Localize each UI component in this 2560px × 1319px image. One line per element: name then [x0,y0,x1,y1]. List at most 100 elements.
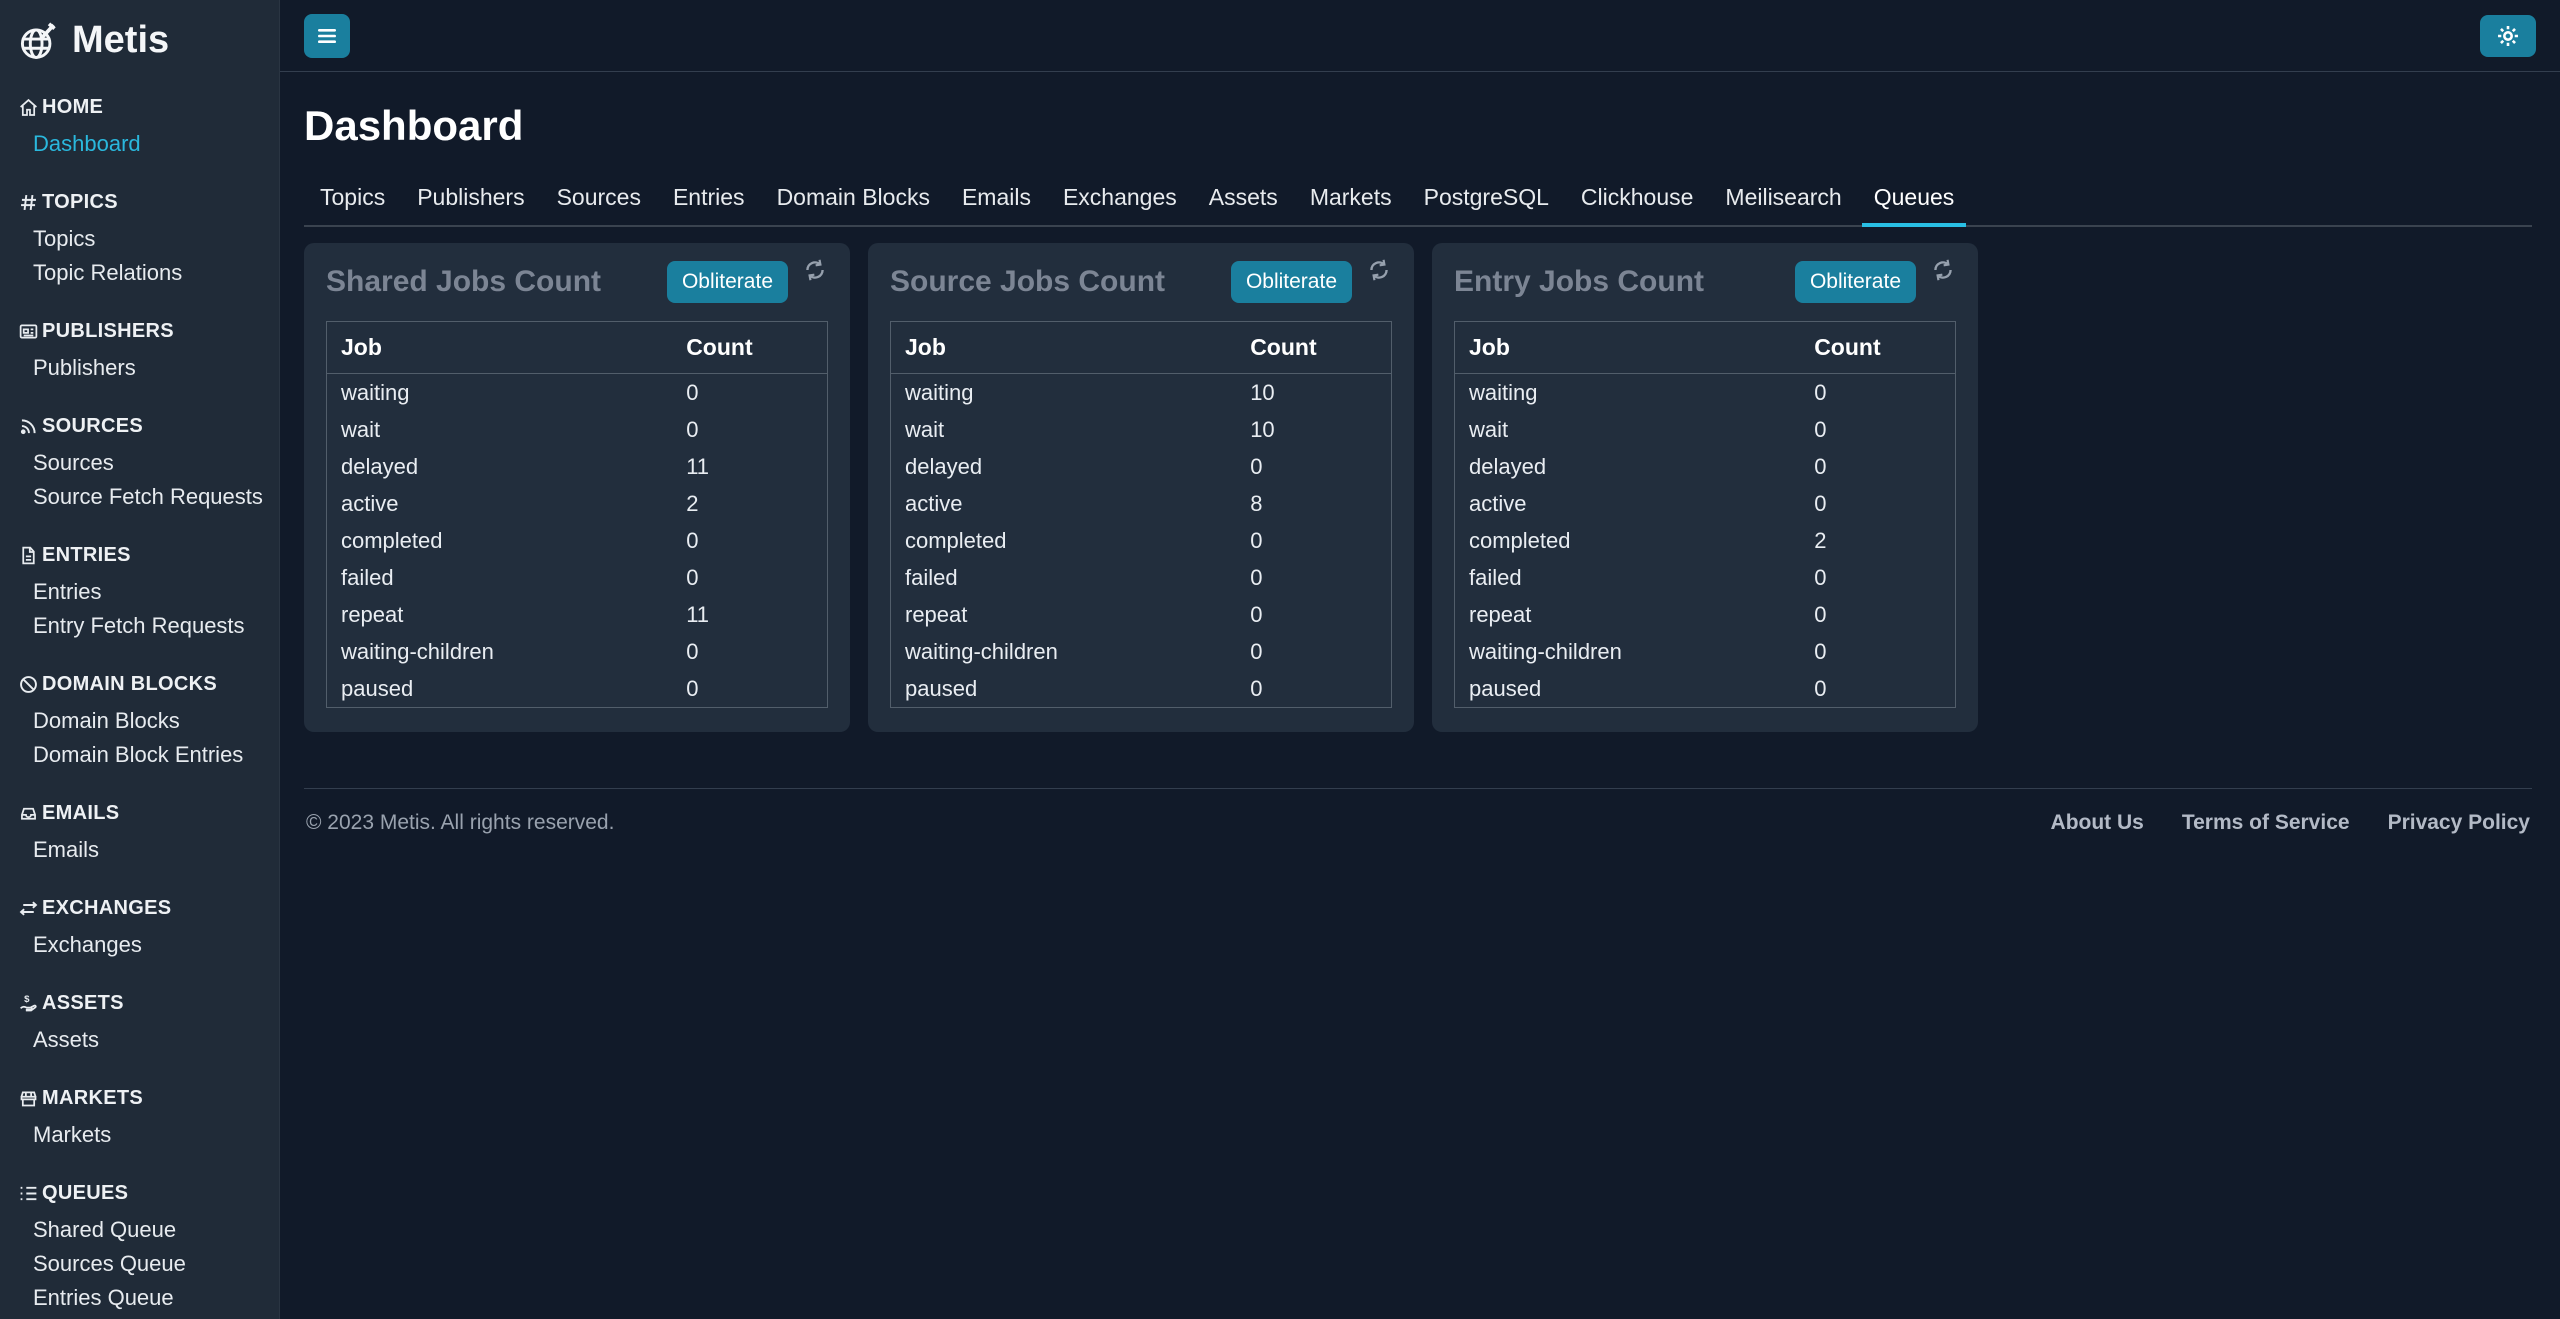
table-row: active0 [1455,485,1956,522]
table-row: wait10 [891,411,1392,448]
tab-markets[interactable]: Markets [1294,174,1408,225]
tab-publishers[interactable]: Publishers [401,174,540,225]
svg-text:$: $ [24,994,30,1005]
tab-clickhouse[interactable]: Clickhouse [1565,174,1710,225]
table-row: failed0 [1455,559,1956,596]
table-row: waiting-children0 [891,633,1392,670]
table-row: waiting-children0 [1455,633,1956,670]
hamburger-icon [315,24,339,48]
source-jobs-card: Source Jobs Count Obliterate Job [868,243,1414,732]
card-title: Source Jobs Count [890,265,1231,299]
sidebar: Metis HOME Dashboard TOPICS Topics Topic… [0,0,280,1319]
sidebar-section-exchanges: EXCHANGES Exchanges [18,897,279,962]
footer-link-privacy-policy[interactable]: Privacy Policy [2388,811,2530,835]
table-row: wait0 [327,411,828,448]
table-row: active8 [891,485,1392,522]
sidebar-section-emails: EMAILS Emails [18,802,279,867]
dashboard-tabs: Topics Publishers Sources Entries Domain… [304,174,2532,227]
sidebar-item-topics[interactable]: Topics [18,222,279,256]
tab-postgresql[interactable]: PostgreSQL [1408,174,1565,225]
table-row: paused0 [1455,670,1956,708]
sidebar-section-assets: $ ASSETS Assets [18,992,279,1057]
card-title: Entry Jobs Count [1454,265,1795,299]
section-title: QUEUES [42,1182,128,1205]
section-title: ENTRIES [42,544,131,567]
table-row: failed0 [891,559,1392,596]
sidebar-item-assets[interactable]: Assets [18,1023,279,1057]
table-row: repeat11 [327,596,828,633]
table-row: completed0 [327,522,828,559]
section-title: HOME [42,96,103,119]
section-title: EMAILS [42,802,119,825]
sidebar-item-topic-relations[interactable]: Topic Relations [18,256,279,290]
sidebar-item-emails[interactable]: Emails [18,833,279,867]
page-content: Dashboard Topics Publishers Sources Entr… [280,72,2560,1319]
sidebar-item-exchanges[interactable]: Exchanges [18,928,279,962]
sidebar-item-entry-fetch-requests[interactable]: Entry Fetch Requests [18,609,279,643]
file-icon [18,545,42,566]
ban-icon [18,674,42,695]
jobs-table: Job Count waiting0 wait0 delayed0 active… [1454,321,1956,708]
sidebar-item-source-fetch-requests[interactable]: Source Fetch Requests [18,480,279,514]
column-header-job: Job [891,322,1237,374]
sidebar-item-domain-block-entries[interactable]: Domain Block Entries [18,738,279,772]
obliterate-button[interactable]: Obliterate [667,261,788,303]
home-icon [18,97,42,118]
tab-entries[interactable]: Entries [657,174,761,225]
tab-assets[interactable]: Assets [1193,174,1294,225]
tab-topics[interactable]: Topics [304,174,401,225]
table-row: delayed11 [327,448,828,485]
obliterate-button[interactable]: Obliterate [1795,261,1916,303]
column-header-job: Job [1455,322,1801,374]
app-logo: Metis [0,0,279,70]
table-row: wait0 [1455,411,1956,448]
sidebar-section-home: HOME Dashboard [18,96,279,161]
footer-link-about-us[interactable]: About Us [2051,811,2144,835]
sidebar-item-domain-blocks[interactable]: Domain Blocks [18,704,279,738]
refresh-icon[interactable] [1930,257,1956,288]
refresh-icon[interactable] [1366,257,1392,288]
tab-exchanges[interactable]: Exchanges [1047,174,1193,225]
column-header-count: Count [1236,322,1391,374]
table-row: waiting0 [327,374,828,412]
table-row: waiting10 [891,374,1392,412]
table-row: paused0 [327,670,828,708]
list-check-icon [18,1183,42,1204]
section-title: TOPICS [42,191,118,214]
tab-meilisearch[interactable]: Meilisearch [1709,174,1857,225]
sidebar-section-topics: TOPICS Topics Topic Relations [18,191,279,290]
footer-link-terms-of-service[interactable]: Terms of Service [2182,811,2350,835]
sidebar-item-entries-queue[interactable]: Entries Queue [18,1281,279,1315]
sidebar-item-sources[interactable]: Sources [18,446,279,480]
settings-button[interactable] [2480,15,2536,57]
table-row: waiting-children0 [327,633,828,670]
jobs-table: Job Count waiting10 wait10 delayed0 acti… [890,321,1392,708]
obliterate-button[interactable]: Obliterate [1231,261,1352,303]
gear-icon [2495,23,2521,49]
sidebar-item-sources-queue[interactable]: Sources Queue [18,1247,279,1281]
topbar [280,0,2560,72]
shared-jobs-card: Shared Jobs Count Obliterate Job [304,243,850,732]
inbox-icon [18,803,42,824]
page-title: Dashboard [304,102,2532,150]
sidebar-item-shared-queue[interactable]: Shared Queue [18,1213,279,1247]
tab-sources[interactable]: Sources [541,174,657,225]
sidebar-item-publishers[interactable]: Publishers [18,351,279,385]
section-title: EXCHANGES [42,897,171,920]
main-area: Dashboard Topics Publishers Sources Entr… [280,0,2560,1319]
table-row: failed0 [327,559,828,596]
sidebar-item-entries[interactable]: Entries [18,575,279,609]
table-row: completed2 [1455,522,1956,559]
sidebar-section-markets: MARKETS Markets [18,1087,279,1152]
sidebar-toggle-button[interactable] [304,14,350,58]
section-title: PUBLISHERS [42,320,174,343]
table-row: completed0 [891,522,1392,559]
tab-domain-blocks[interactable]: Domain Blocks [761,174,946,225]
newspaper-icon [18,321,42,342]
storefront-icon [18,1088,42,1109]
sidebar-item-dashboard[interactable]: Dashboard [18,127,279,161]
sidebar-item-markets[interactable]: Markets [18,1118,279,1152]
tab-queues[interactable]: Queues [1858,174,1971,225]
refresh-icon[interactable] [802,257,828,288]
tab-emails[interactable]: Emails [946,174,1047,225]
